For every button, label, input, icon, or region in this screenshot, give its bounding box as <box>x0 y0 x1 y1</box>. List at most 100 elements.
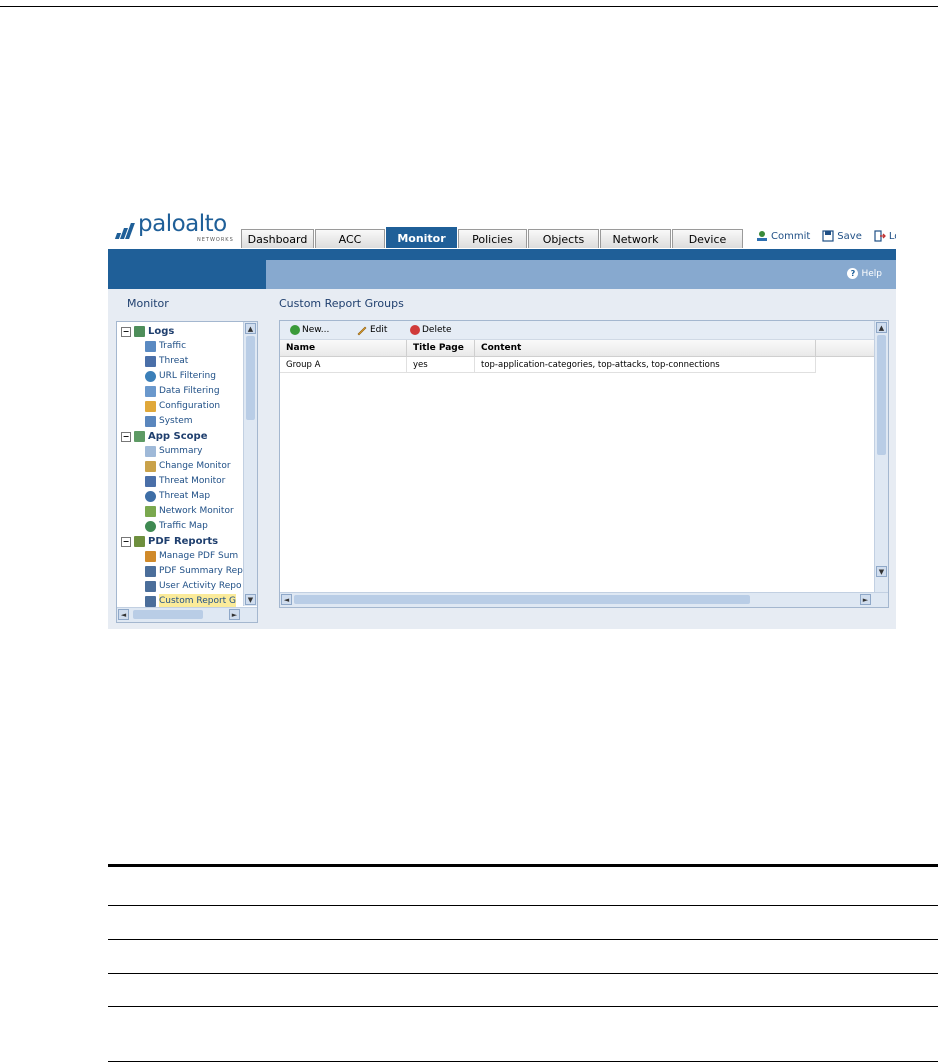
scroll-down-arrow-icon[interactable]: ▼ <box>245 594 256 605</box>
help-link[interactable]: ? Help <box>847 268 882 279</box>
save-button[interactable]: Save <box>822 230 862 242</box>
nav-tree: − Logs Traffic Threat URL Filtering Data… <box>116 321 258 623</box>
data-filtering-icon <box>145 386 156 397</box>
change-monitor-icon <box>145 461 156 472</box>
scroll-right-arrow-icon[interactable]: ► <box>229 609 240 620</box>
scroll-thumb[interactable] <box>294 595 750 604</box>
tree-item-pdf-summary-reports[interactable]: PDF Summary Rep <box>145 564 243 579</box>
table-row-rule <box>108 939 938 940</box>
tree-group-logs[interactable]: − Logs <box>121 324 174 339</box>
configuration-icon <box>145 401 156 412</box>
delete-label: Delete <box>422 325 452 335</box>
app-scope-icon <box>134 431 145 442</box>
tree-item-data-filtering[interactable]: Data Filtering <box>145 384 220 399</box>
scroll-down-arrow-icon[interactable]: ▼ <box>876 566 887 577</box>
sub-header-band: ? Help <box>266 260 896 289</box>
scroll-left-arrow-icon[interactable]: ◄ <box>281 594 292 605</box>
logout-icon <box>874 230 886 242</box>
cell-title-page: yes <box>407 357 475 373</box>
summary-icon <box>145 446 156 457</box>
logo-wordmark: paloalto <box>138 211 227 237</box>
tree-item-configuration[interactable]: Configuration <box>145 399 220 414</box>
traffic-log-icon <box>145 341 156 352</box>
manage-pdf-icon <box>145 551 156 562</box>
tree-item-summary[interactable]: Summary <box>145 444 203 459</box>
scroll-right-arrow-icon[interactable]: ► <box>860 594 871 605</box>
logout-button[interactable]: Lo <box>874 230 896 242</box>
scroll-thumb[interactable] <box>133 610 203 619</box>
tree-item-system[interactable]: System <box>145 414 193 429</box>
app-window: paloalto NETWORKS Dashboard ACC Monitor … <box>108 205 896 629</box>
tree-item-user-activity-report[interactable]: User Activity Repo <box>145 579 242 594</box>
tab-objects[interactable]: Objects <box>528 229 599 248</box>
logs-folder-icon <box>134 326 145 337</box>
tab-dashboard[interactable]: Dashboard <box>241 229 314 248</box>
nav-horizontal-scrollbar[interactable]: ◄ ► <box>117 607 257 622</box>
network-monitor-icon <box>145 506 156 517</box>
tree-item-network-monitor[interactable]: Network Monitor <box>145 504 234 519</box>
logo-subtext: NETWORKS <box>197 237 234 243</box>
commit-button[interactable]: Commit <box>756 230 810 242</box>
traffic-map-icon <box>145 521 156 532</box>
grid-toolbar: New... Edit Delete <box>280 321 874 340</box>
grid-vertical-scrollbar[interactable]: ▲ ▼ <box>874 321 888 593</box>
logout-label: Lo <box>888 230 896 242</box>
collapse-icon[interactable]: − <box>121 536 131 547</box>
collapse-icon[interactable]: − <box>121 431 131 442</box>
delete-icon <box>410 325 420 335</box>
help-icon: ? <box>847 268 859 279</box>
delete-button[interactable]: Delete <box>410 323 452 337</box>
column-header-name[interactable]: Name <box>280 340 407 356</box>
tab-policies[interactable]: Policies <box>458 229 527 248</box>
scroll-up-arrow-icon[interactable]: ▲ <box>876 322 887 333</box>
tree-item-manage-pdf-summary[interactable]: Manage PDF Sum <box>145 549 238 564</box>
tree-item-threat-map[interactable]: Threat Map <box>145 489 210 504</box>
cell-name: Group A <box>280 357 407 373</box>
tree-group-label: App Scope <box>148 431 208 442</box>
scroll-thumb[interactable] <box>877 335 886 455</box>
scroll-up-arrow-icon[interactable]: ▲ <box>245 323 256 334</box>
tree-group-pdf-reports[interactable]: − PDF Reports <box>121 534 218 549</box>
tree-group-app-scope[interactable]: − App Scope <box>121 429 207 444</box>
logo-bars-icon <box>114 221 136 239</box>
edit-label: Edit <box>370 325 388 335</box>
threat-log-icon <box>145 356 156 367</box>
threat-map-icon <box>145 491 156 502</box>
edit-button[interactable]: Edit <box>356 323 387 337</box>
commit-icon <box>757 231 767 241</box>
nav-title: Monitor <box>127 297 169 310</box>
column-header-title-page[interactable]: Title Page <box>407 340 475 356</box>
nav-vertical-scrollbar[interactable]: ▲ ▼ <box>243 322 257 606</box>
grid-horizontal-scrollbar[interactable]: ◄ ► <box>280 592 888 607</box>
new-label: New... <box>302 325 330 335</box>
scroll-left-arrow-icon[interactable]: ◄ <box>118 609 129 620</box>
page-top-rule <box>0 6 938 7</box>
tree-item-traffic-map[interactable]: Traffic Map <box>145 519 208 534</box>
header: paloalto NETWORKS Dashboard ACC Monitor … <box>108 205 896 249</box>
save-icon <box>822 230 834 242</box>
tree-item-change-monitor[interactable]: Change Monitor <box>145 459 231 474</box>
top-actions: Commit Save Lo <box>756 230 896 242</box>
tab-device[interactable]: Device <box>672 229 743 248</box>
new-button[interactable]: New... <box>290 323 329 337</box>
tree-item-traffic[interactable]: Traffic <box>145 339 186 354</box>
column-header-content[interactable]: Content <box>475 340 816 356</box>
scroll-thumb[interactable] <box>246 336 255 420</box>
tree-item-threat[interactable]: Threat <box>145 354 188 369</box>
tab-network[interactable]: Network <box>600 229 671 248</box>
tab-acc[interactable]: ACC <box>315 229 385 248</box>
tree-item-url-filtering[interactable]: URL Filtering <box>145 369 216 384</box>
pdf-reports-icon <box>134 536 145 547</box>
system-icon <box>145 416 156 427</box>
report-chart-icon <box>145 566 156 577</box>
tab-monitor[interactable]: Monitor <box>386 227 457 248</box>
table-row[interactable]: Group A yes top-application-categories, … <box>280 357 874 373</box>
tree-item-threat-monitor[interactable]: Threat Monitor <box>145 474 225 489</box>
tree-group-label: Logs <box>148 326 175 337</box>
table-row-rule <box>108 905 938 906</box>
commit-label: Commit <box>771 230 811 242</box>
collapse-icon[interactable]: − <box>121 326 131 337</box>
left-nav-pane: Monitor − Logs Traffic Threat URL Filter… <box>108 289 266 629</box>
table-row-rule <box>108 973 938 974</box>
tree-group-label: PDF Reports <box>148 536 219 547</box>
